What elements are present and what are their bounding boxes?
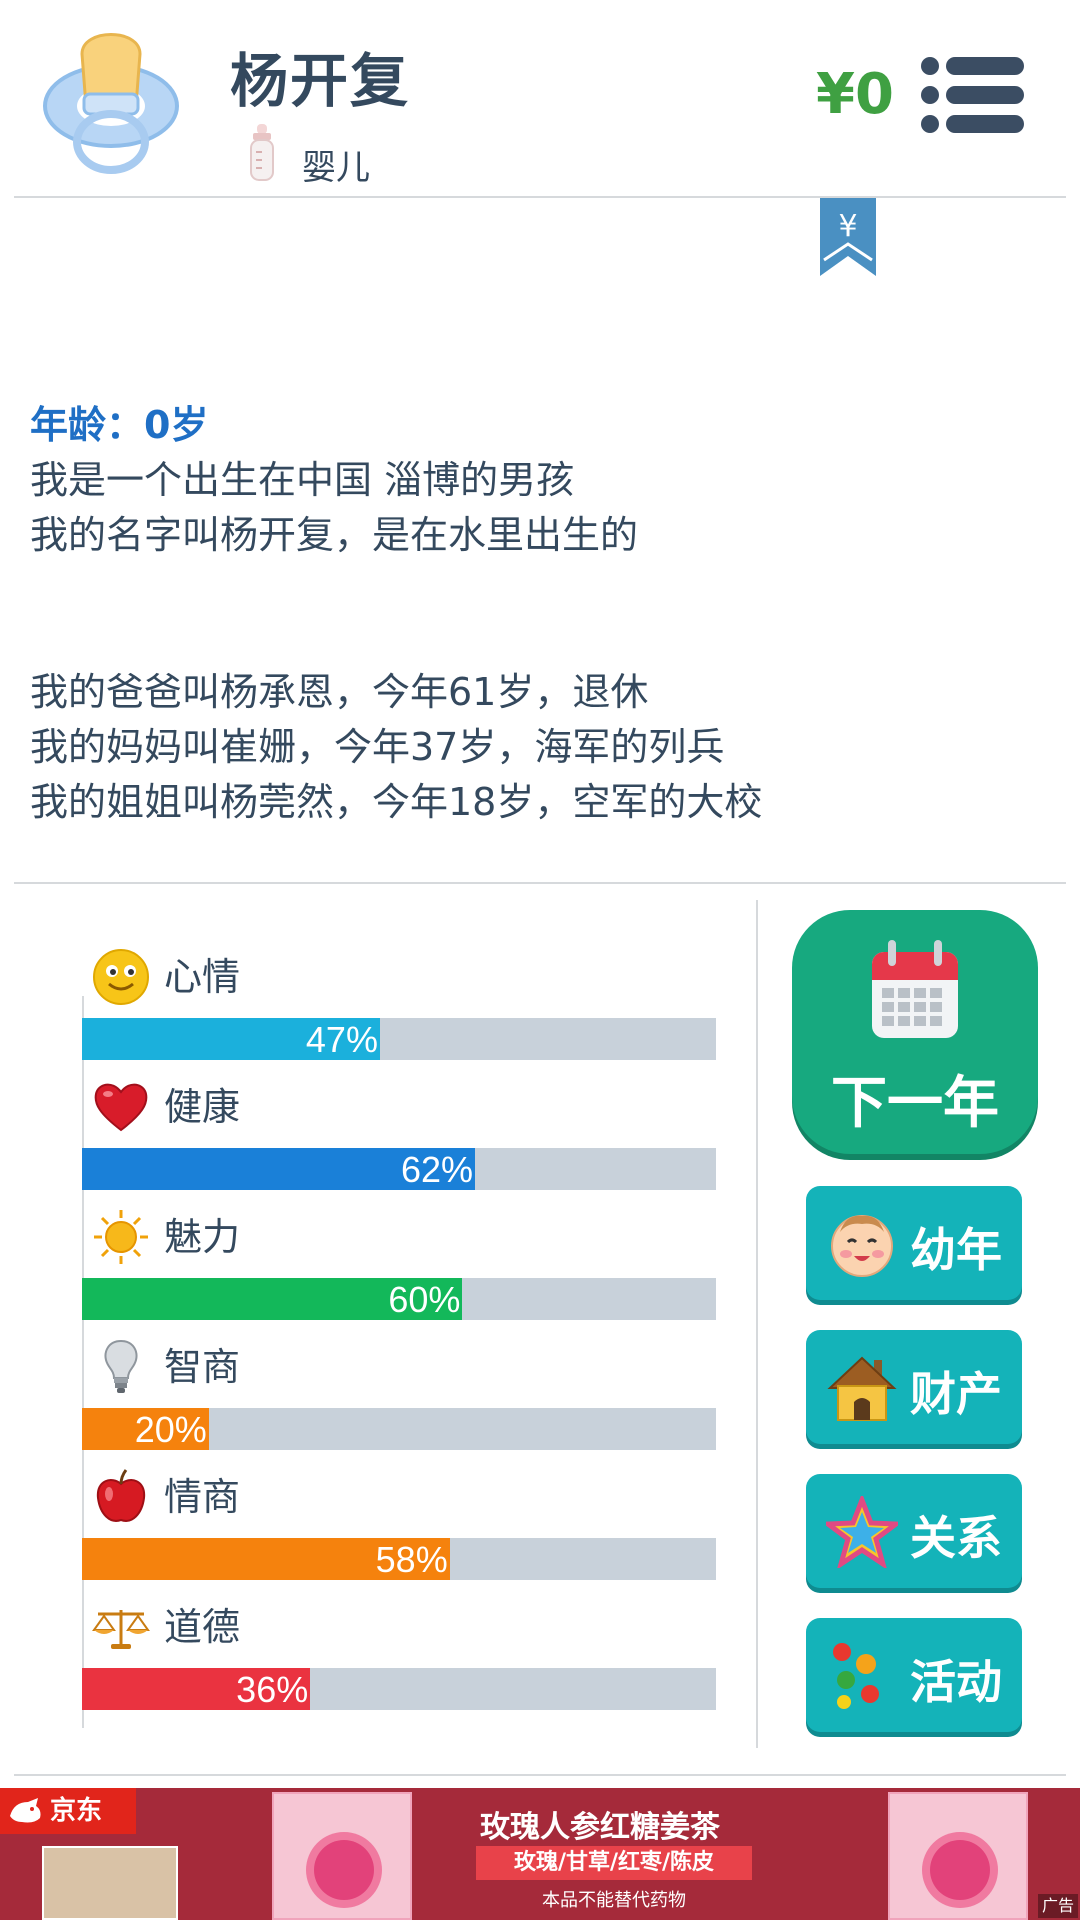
scales-icon (92, 1598, 150, 1656)
activities-label: 活动 (910, 1655, 1002, 1709)
stat-bar-track: 36% (82, 1668, 716, 1710)
stat-bar-track: 20% (82, 1408, 716, 1450)
ad-product-box (888, 1792, 1028, 1920)
stat-label: 健康 (164, 1085, 241, 1129)
story-line: 我是一个出生在中国 淄博的男孩 (30, 458, 575, 502)
stat-value: 58% (375, 1539, 448, 1580)
stat-bar-fill: 36% (82, 1668, 311, 1710)
ad-title: 玫瑰人参红糖姜茶 (480, 1810, 720, 1845)
stat-bar-fill: 62% (82, 1148, 476, 1190)
jd-badge: 京东 (0, 1788, 136, 1834)
smiley-icon (92, 948, 150, 1006)
property-label: 财产 (910, 1367, 1002, 1421)
story-line: 我的姐姐叫杨莞然，今年18岁，空军的大校 (30, 780, 763, 824)
activities-icon (833, 1643, 879, 1709)
pacifier-icon[interactable] (36, 14, 186, 174)
stats-divider (756, 900, 758, 1748)
stat-iq: 智商 20% (82, 1338, 716, 1468)
stat-label: 心情 (164, 955, 241, 999)
stat-label: 道德 (164, 1605, 241, 1649)
ad-tag[interactable]: 广告 (1037, 1894, 1078, 1918)
stat-label: 情商 (164, 1475, 241, 1519)
age-line: 年龄：0岁 (30, 403, 209, 447)
bookmark-symbol: ¥ (838, 209, 857, 244)
childhood-button[interactable]: 幼年 (806, 1186, 1022, 1300)
stat-value: 62% (401, 1149, 474, 1190)
heart-icon (92, 1078, 150, 1136)
stat-value: 60% (388, 1279, 461, 1320)
stat-value: 36% (236, 1669, 309, 1710)
ad-note: 本品不能替代药物 (542, 1890, 686, 1911)
money-balance: ¥0 (816, 62, 894, 127)
house-icon (827, 1356, 897, 1421)
stat-label: 智商 (164, 1345, 241, 1389)
stat-bar-fill: 47% (82, 1018, 380, 1060)
stat-bar-track: 58% (82, 1538, 716, 1580)
stat-mood: 心情 47% (82, 948, 716, 1078)
stat-bar-track: 47% (82, 1018, 716, 1060)
stat-bar-track: 62% (82, 1148, 716, 1190)
stat-bar-fill: 20% (82, 1408, 209, 1450)
jd-dog-icon (10, 1798, 41, 1823)
ad-product-box (272, 1792, 412, 1920)
stat-health: 健康 62% (82, 1078, 716, 1208)
star-icon (826, 1496, 898, 1568)
baby-face-icon (831, 1215, 893, 1277)
story-line: 我的名字叫杨开复，是在水里出生的 (30, 513, 639, 557)
stat-bar-fill: 60% (82, 1278, 463, 1320)
stat-label: 魅力 (164, 1215, 241, 1259)
baby-bottle-icon (250, 124, 274, 181)
stat-bar-track: 60% (82, 1278, 716, 1320)
header-divider (14, 196, 1066, 198)
story-divider (14, 882, 1066, 884)
story-line: 我的妈妈叫崔姗，今年37岁，海军的列兵 (30, 725, 725, 769)
lightbulb-icon (92, 1338, 150, 1396)
calendar-icon (872, 940, 958, 1038)
menu-icon[interactable] (920, 56, 1024, 134)
header: 杨开复 婴儿 ¥0 (0, 0, 1080, 196)
ad-product-image (42, 1846, 178, 1920)
apple-icon (92, 1468, 150, 1526)
ad-subtitle: 玫瑰/甘草/红枣/陈皮 (476, 1846, 752, 1880)
stat-morality: 道德 36% (82, 1598, 716, 1728)
activities-button[interactable]: 活动 (806, 1618, 1022, 1732)
property-button[interactable]: 财产 (806, 1330, 1022, 1444)
stat-eq: 情商 58% (82, 1468, 716, 1598)
stat-value: 47% (305, 1019, 378, 1060)
jd-brand: 京东 (50, 1796, 103, 1826)
story-line: 我的爸爸叫杨承恩，今年61岁，退休 (30, 670, 649, 714)
life-story: 年龄：0岁 我是一个出生在中国 淄博的男孩 我的名字叫杨开复，是在水里出生的 我… (30, 398, 1050, 830)
bottom-divider (14, 1774, 1066, 1776)
life-stage: 婴儿 (302, 148, 370, 188)
relations-button[interactable]: 关系 (806, 1474, 1022, 1588)
character-name: 杨开复 (230, 47, 411, 115)
stat-bar-fill: 58% (82, 1538, 450, 1580)
next-year-label: 下一年 (831, 1071, 999, 1136)
stat-charm: 魅力 60% (82, 1208, 716, 1338)
childhood-label: 幼年 (910, 1223, 1002, 1277)
bookmark-yuan-icon[interactable]: ¥ (820, 198, 876, 276)
next-year-button[interactable]: 下一年 (792, 910, 1038, 1154)
relations-label: 关系 (910, 1511, 1002, 1565)
sun-icon (92, 1208, 150, 1266)
ad-banner[interactable]: 京东 玫瑰人参红糖姜茶 玫瑰/甘草/红枣/陈皮 本品不能替代药物 广告 (0, 1788, 1080, 1920)
stat-value: 20% (134, 1409, 207, 1450)
